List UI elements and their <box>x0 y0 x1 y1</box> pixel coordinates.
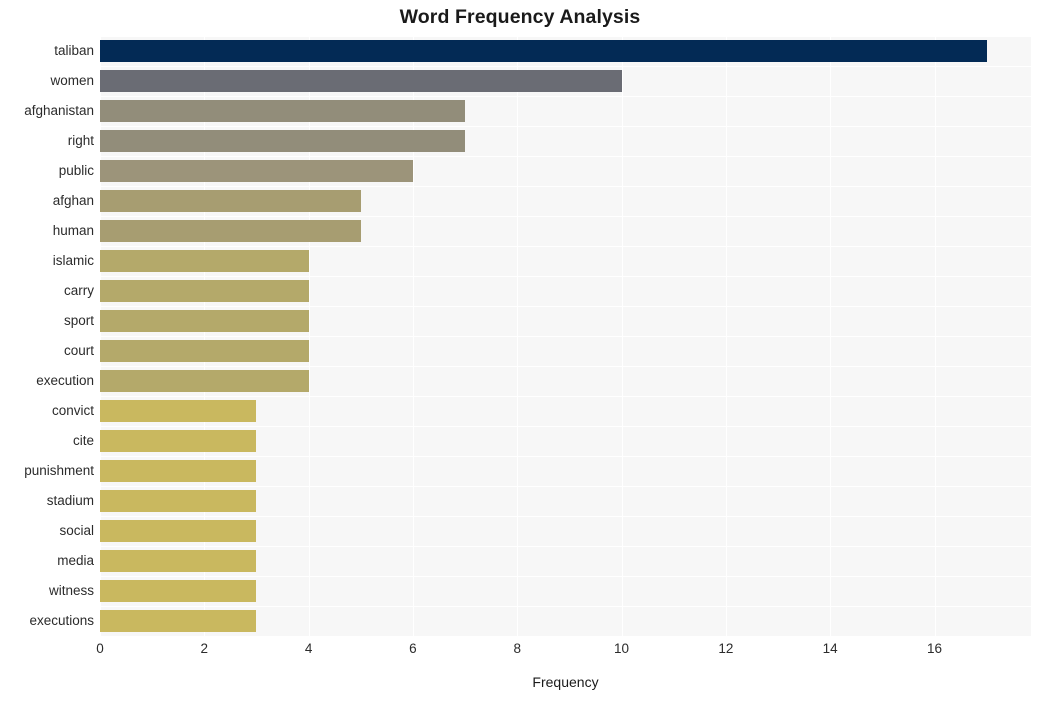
gridline-horizontal <box>100 486 1031 487</box>
chart-title: Word Frequency Analysis <box>399 6 641 28</box>
bar-afghanistan <box>100 100 466 122</box>
x-axis-tick-labels: 0 2 4 6 8 10 12 14 16 <box>0 641 1040 665</box>
y-tick-label-taliban: taliban <box>54 43 94 58</box>
x-tick-label-10: 10 <box>614 641 630 656</box>
x-axis-title: Frequency <box>532 674 599 690</box>
bar-sport <box>100 310 309 332</box>
gridline-horizontal <box>100 456 1031 457</box>
bar-public <box>100 160 413 182</box>
gridline-horizontal <box>100 246 1031 247</box>
y-tick-label-media: media <box>57 553 94 568</box>
gridline-horizontal <box>100 426 1031 427</box>
y-tick-label-witness: witness <box>48 583 94 598</box>
bar-taliban <box>100 40 987 62</box>
x-tick-label-2: 2 <box>200 641 209 656</box>
gridline-horizontal <box>100 546 1031 547</box>
bar-social <box>100 520 257 542</box>
gridline-horizontal <box>100 306 1031 307</box>
gridline-horizontal <box>100 516 1031 517</box>
bar-execution <box>100 370 309 392</box>
y-tick-label-stadium: stadium <box>46 493 94 508</box>
gridline-horizontal <box>100 216 1031 217</box>
plot-area <box>100 36 1031 636</box>
gridline-horizontal <box>100 66 1031 67</box>
gridline-horizontal <box>100 186 1031 187</box>
bar-human <box>100 220 361 242</box>
gridline-horizontal <box>100 606 1031 607</box>
y-tick-label-convict: convict <box>51 403 94 418</box>
y-tick-label-executions: executions <box>29 613 94 628</box>
y-tick-label-sport: sport <box>63 313 94 328</box>
gridline-horizontal <box>100 276 1031 277</box>
y-tick-label-afghan: afghan <box>52 193 94 208</box>
y-tick-label-women: women <box>50 73 94 88</box>
gridline-horizontal <box>100 366 1031 367</box>
bar-media <box>100 550 257 572</box>
y-tick-label-punishment: punishment <box>24 463 94 478</box>
y-tick-label-human: human <box>52 223 94 238</box>
bar-carry <box>100 280 309 302</box>
x-tick-label-6: 6 <box>409 641 417 656</box>
word-frequency-bar-chart: Word Frequency Analysis taliban women afgh… <box>0 0 1040 701</box>
y-tick-label-social: social <box>59 523 94 538</box>
bar-executions <box>100 610 257 632</box>
y-tick-label-public: public <box>58 163 94 178</box>
bar-afghan <box>100 190 361 212</box>
bar-convict <box>100 400 257 422</box>
x-tick-label-0: 0 <box>96 641 104 656</box>
y-tick-label-execution: execution <box>36 373 94 388</box>
gridline-horizontal <box>100 126 1031 127</box>
gridline-horizontal <box>100 96 1031 97</box>
x-tick-label-4: 4 <box>304 641 313 656</box>
bar-court <box>100 340 309 362</box>
y-tick-label-carry: carry <box>64 283 94 298</box>
bar-witness <box>100 580 257 602</box>
bar-punishment <box>100 460 257 482</box>
gridline-horizontal <box>100 396 1031 397</box>
y-axis-tick-labels: taliban women afghanistan right public afghan… <box>0 36 94 636</box>
bar-women <box>100 70 622 92</box>
bar-islamic <box>100 250 309 272</box>
bar-right <box>100 130 466 152</box>
y-tick-label-right: right <box>67 133 94 148</box>
y-tick-label-afghanistan: afghanistan <box>24 103 94 118</box>
x-tick-label-12: 12 <box>718 641 734 656</box>
gridline-horizontal <box>100 336 1031 337</box>
y-tick-label-court: court <box>63 343 94 358</box>
gridline-horizontal <box>100 576 1031 577</box>
gridline-horizontal <box>100 36 1031 37</box>
x-tick-label-16: 16 <box>926 641 943 656</box>
gridline-horizontal <box>100 156 1031 157</box>
y-tick-label-cite: cite <box>72 433 94 448</box>
y-tick-label-islamic: islamic <box>52 253 94 268</box>
bar-cite <box>100 430 257 452</box>
bar-stadium <box>100 490 257 512</box>
x-tick-label-14: 14 <box>822 641 838 656</box>
x-tick-label-8: 8 <box>513 641 522 656</box>
